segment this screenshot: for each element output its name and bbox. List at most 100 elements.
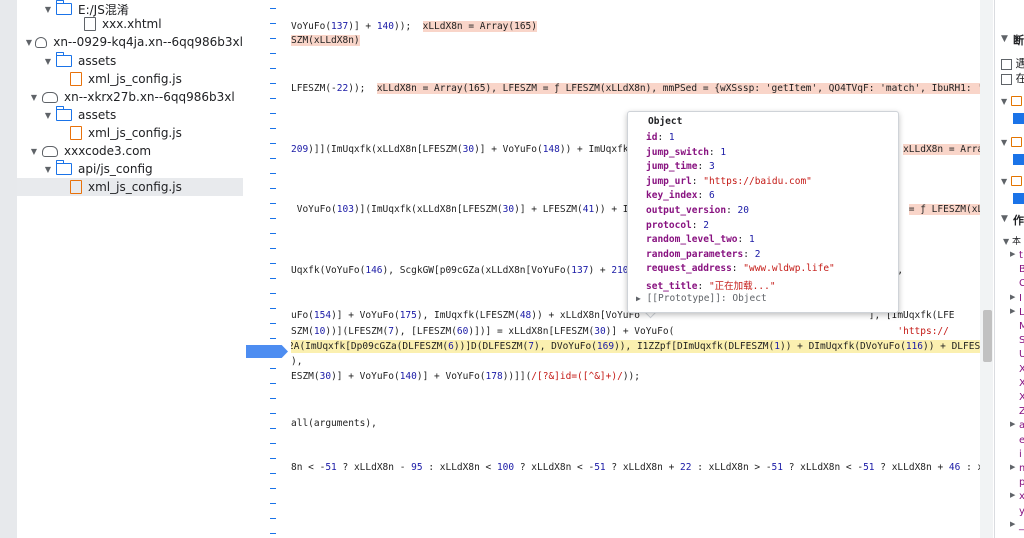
line-marker[interactable] — [270, 443, 276, 444]
object-property-row[interactable]: jump_switch: 1 — [646, 147, 726, 158]
tree-item[interactable]: ▼ assets — [17, 106, 243, 124]
line-marker[interactable] — [270, 383, 276, 384]
code-line[interactable]: SZM(10))](LFESZM(7), [LFESZM(60)])] = xL… — [291, 325, 949, 338]
line-marker[interactable] — [270, 143, 276, 144]
chevron-right-icon[interactable]: ▶ — [1010, 463, 1015, 471]
line-marker[interactable] — [270, 173, 276, 174]
chevron-down-icon[interactable]: ▼ — [43, 57, 53, 66]
line-marker[interactable] — [270, 188, 276, 189]
breakpoint-checkbox-1[interactable] — [1013, 112, 1024, 124]
chevron-right-icon[interactable]: ▶ — [1010, 520, 1015, 528]
scope-variable[interactable]: X — [1019, 392, 1024, 403]
line-marker[interactable] — [270, 368, 276, 369]
scope-variable[interactable]: S — [1019, 335, 1024, 346]
line-marker[interactable] — [270, 323, 276, 324]
scope-variable[interactable]: M — [1019, 321, 1024, 332]
scope-variable[interactable]: e — [1019, 435, 1024, 446]
line-marker[interactable] — [270, 518, 276, 519]
line-marker[interactable] — [270, 113, 276, 114]
chevron-down-icon[interactable]: ▼ — [43, 165, 53, 174]
line-marker[interactable] — [270, 218, 276, 219]
object-property-row[interactable]: request_address: "www.wldwp.life" — [646, 263, 835, 274]
section-toggle-icon[interactable]: ▼ — [1001, 214, 1008, 224]
scope-variable[interactable]: B — [1019, 264, 1024, 275]
breakpoints-section-title[interactable]: 断 — [1013, 32, 1024, 48]
breakpoint-entry-3[interactable]: ▼ — [1001, 174, 1022, 187]
line-marker[interactable] — [270, 233, 276, 234]
chevron-down-icon[interactable]: ▼ — [43, 5, 53, 14]
checkbox-icon[interactable] — [1001, 73, 1012, 85]
chevron-right-icon[interactable]: ▶ — [1010, 420, 1015, 428]
tree-item[interactable]: xml_js_config.js — [17, 70, 243, 88]
scope-section-title[interactable]: 作 — [1013, 212, 1024, 228]
tree-item[interactable]: ▼ api/js_config — [17, 160, 243, 178]
scope-variable[interactable]: a — [1019, 420, 1024, 431]
line-marker[interactable] — [270, 413, 276, 414]
line-marker[interactable] — [270, 263, 276, 264]
line-marker[interactable] — [270, 128, 276, 129]
line-marker[interactable] — [270, 8, 276, 9]
tree-item[interactable]: xml_js_config.js — [17, 178, 243, 196]
tree-item[interactable]: xml_js_config.js — [17, 124, 243, 142]
line-marker[interactable] — [270, 308, 276, 309]
line-gutter[interactable] — [243, 0, 291, 538]
chevron-down-icon[interactable]: ▼ — [25, 38, 32, 47]
pause-option-2[interactable]: 在 — [1001, 70, 1024, 86]
object-property-row[interactable]: jump_url: "https://baidu.com" — [646, 176, 812, 187]
chevron-right-icon[interactable]: ▶ — [1010, 293, 1015, 301]
object-preview-popover[interactable]: Object id: 1 jump_switch: 1 jump_time: 3 ju… — [627, 111, 899, 313]
tree-item[interactable]: ▼ xxxcode3.com — [17, 142, 243, 160]
scope-variable[interactable]: x — [1019, 491, 1024, 502]
prototype-row[interactable]: ▶ [[Prototype]]: Object — [636, 293, 767, 304]
scope-variable[interactable]: t — [1019, 250, 1023, 261]
scope-local-row[interactable]: ▼ 本 — [1003, 234, 1021, 247]
line-marker[interactable] — [270, 428, 276, 429]
scope-variable[interactable]: U — [1019, 349, 1024, 360]
scope-variable[interactable]: X — [1019, 364, 1024, 375]
line-marker[interactable] — [270, 533, 276, 534]
line-marker[interactable] — [270, 293, 276, 294]
pause-option-1[interactable]: 遇 — [1001, 55, 1024, 71]
line-marker[interactable] — [270, 203, 276, 204]
scope-variable[interactable]: Z — [1019, 406, 1024, 417]
editor-scrollbar-thumb[interactable] — [983, 310, 992, 362]
section-toggle-icon[interactable]: ▼ — [1001, 34, 1008, 44]
code-line[interactable]: 8n < -51 ? xLLdX8n - 95 : xLLdX8n < 100 … — [291, 461, 980, 474]
object-property-row[interactable]: random_parameters: 2 — [646, 249, 760, 260]
scope-variable[interactable]: C — [1019, 278, 1024, 289]
breakpoint-checkbox-2[interactable] — [1013, 153, 1024, 165]
chevron-down-icon[interactable]: ▼ — [29, 147, 39, 156]
scope-variable[interactable]: I — [1019, 293, 1022, 304]
code-line[interactable]: ESZM(30)] + VoYuFo(140)] + VoYuFo(178))]… — [291, 370, 640, 383]
chevron-right-icon[interactable]: ▶ — [1010, 307, 1015, 315]
line-marker[interactable] — [270, 278, 276, 279]
line-marker[interactable] — [270, 158, 276, 159]
chevron-right-icon[interactable]: ▶ — [1010, 250, 1015, 258]
scope-variable[interactable]: m — [1019, 463, 1024, 474]
tree-item[interactable]: ▼ xn--xkrx27b.xn--6qq986b3xl — [17, 88, 243, 106]
current-execution-line[interactable]: 2A(ImUqxfk[Dp09cGZa(DLFESZM(6))]D(DLFESZ… — [291, 340, 980, 353]
object-property-row[interactable]: random_level_two: 1 — [646, 234, 755, 245]
breakpoint-entry-2[interactable]: ▼ — [1001, 135, 1022, 148]
tree-item[interactable]: xxx.xhtml — [17, 15, 243, 33]
scope-variable[interactable]: y — [1019, 506, 1024, 517]
line-marker[interactable] — [270, 98, 276, 99]
code-line[interactable]: all(arguments), — [291, 417, 377, 430]
chevron-down-icon[interactable]: ▼ — [43, 111, 53, 120]
scope-variable[interactable]: i — [1019, 449, 1022, 460]
object-property-row[interactable]: set_title: "正在加载..." — [646, 278, 776, 292]
line-marker[interactable] — [270, 38, 276, 39]
chevron-down-icon[interactable]: ▼ — [29, 93, 39, 102]
code-line[interactable]: LFESZM(-22)); xLLdX8n = Array(165), LFES… — [291, 82, 980, 95]
line-marker[interactable] — [270, 23, 276, 24]
line-marker[interactable] — [270, 248, 276, 249]
breakpoint-checkbox-3[interactable] — [1013, 192, 1024, 204]
line-marker[interactable] — [270, 473, 276, 474]
line-marker[interactable] — [270, 398, 276, 399]
tree-item[interactable]: ▼ assets — [17, 52, 243, 70]
line-marker[interactable] — [270, 53, 276, 54]
checkbox-icon[interactable] — [1001, 58, 1012, 70]
object-property-row[interactable]: key_index: 6 — [646, 190, 715, 201]
object-property-row[interactable]: output_version: 20 — [646, 205, 749, 216]
line-marker[interactable] — [270, 338, 276, 339]
